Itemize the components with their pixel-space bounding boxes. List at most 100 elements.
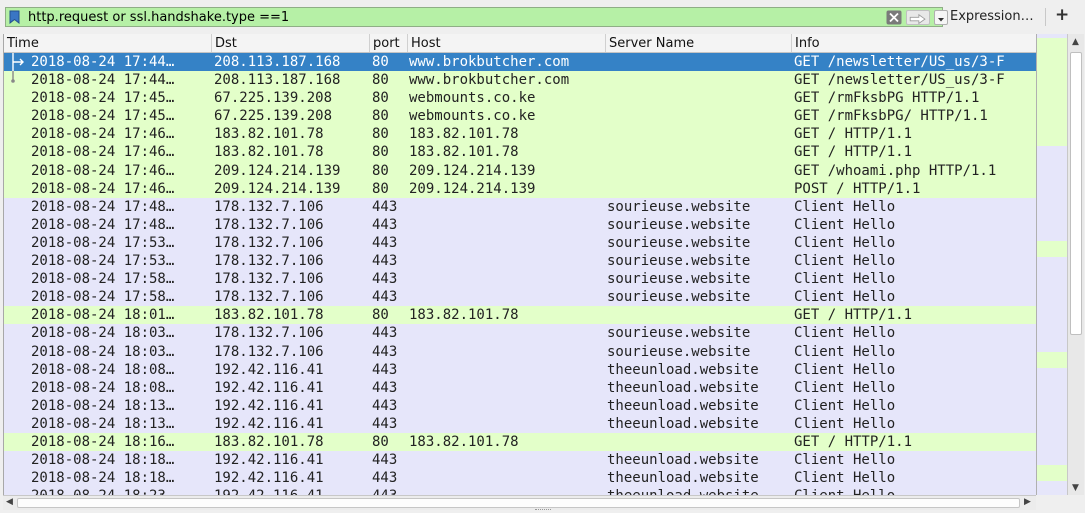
cell-port: 443 xyxy=(372,361,398,378)
scroll-down-icon[interactable]: ▼ xyxy=(1072,483,1079,493)
arrow-right-icon xyxy=(909,13,926,25)
packet-row[interactable]: 2018-08-24 18:01… 183.82.101.78 80 183.82.1… xyxy=(4,306,1037,325)
column-header-server-name[interactable]: Server Name xyxy=(606,34,792,52)
cell-port: 80 xyxy=(372,108,389,125)
packet-row[interactable]: 2018-08-24 17:58… 178.132.7.106 443 sourieu… xyxy=(4,288,1037,307)
column-header-time[interactable]: Time xyxy=(4,34,212,52)
clear-x-icon[interactable] xyxy=(886,10,902,25)
splitter-handle[interactable] xyxy=(535,509,551,513)
packet-list-header: Time Dst port Host Server Name Info xyxy=(4,34,1037,53)
cell-info: GET / HTTP/1.1 xyxy=(794,307,913,324)
display-filter-input[interactable]: http.request or ssl.handshake.type ==1 xyxy=(5,7,948,27)
packet-row[interactable]: 2018-08-24 18:03… 178.132.7.106 443 sourieu… xyxy=(4,324,1037,343)
cell-server-name: sourieuse.website xyxy=(607,289,751,306)
packet-row[interactable]: 2018-08-24 17:46… 209.124.214.139 80 209.12… xyxy=(4,161,1037,180)
cell-info: GET /newsletter/US_us/3-F xyxy=(794,72,1005,89)
cell-server-name xyxy=(607,107,792,125)
filter-expression-text[interactable]: http.request or ssl.handshake.type ==1 xyxy=(28,9,289,26)
cell-host xyxy=(409,270,605,288)
cell-info: Client Hello xyxy=(794,198,896,215)
cell-time: 2018-08-24 17:44… xyxy=(31,54,175,70)
packet-row[interactable]: 2018-08-24 17:44… 208.113.187.168 80 www.br… xyxy=(4,53,1037,72)
add-filter-button[interactable]: + xyxy=(1055,5,1069,25)
cell-port: 80 xyxy=(372,162,389,179)
cell-port: 443 xyxy=(372,470,398,487)
packet-minimap[interactable] xyxy=(1036,34,1068,495)
cell-port: 80 xyxy=(372,72,389,89)
cell-server-name xyxy=(607,180,792,198)
cell-dst: 192.42.116.41 xyxy=(214,397,324,414)
cell-info: Client Hello xyxy=(794,361,896,378)
packet-row[interactable]: 2018-08-24 17:46… 183.82.101.78 80 183.82.1… xyxy=(4,125,1037,144)
cell-port: 443 xyxy=(372,325,398,342)
minimap-http-band xyxy=(1037,38,1068,146)
packet-row[interactable]: 2018-08-24 17:46… 183.82.101.78 80 183.82.1… xyxy=(4,143,1037,162)
cell-info: Client Hello xyxy=(794,289,896,306)
cell-dst: 208.113.187.168 xyxy=(214,72,341,89)
packet-row[interactable]: 2018-08-24 17:53… 178.132.7.106 443 sourieu… xyxy=(4,233,1037,253)
vertical-scrollbar[interactable]: ▲ ▼ xyxy=(1067,34,1084,495)
vertical-scroll-thumb[interactable] xyxy=(1070,52,1082,335)
chevron-down-icon xyxy=(938,18,944,22)
cell-server-name: sourieuse.website xyxy=(607,325,751,342)
request-arrow-icon xyxy=(12,53,24,71)
packet-row[interactable]: 2018-08-24 18:18… 192.42.116.41 443 theeunl… xyxy=(4,451,1037,470)
cell-dst: 192.42.116.41 xyxy=(214,470,324,487)
packet-row[interactable]: 2018-08-24 17:46… 209.124.214.139 80 209.12… xyxy=(4,179,1037,198)
scroll-left-icon[interactable]: ◀ xyxy=(6,497,13,507)
cell-host xyxy=(409,324,605,342)
cell-dst: 178.132.7.106 xyxy=(214,253,324,270)
packet-row[interactable]: 2018-08-24 17:44… 208.113.187.168 80 www.br… xyxy=(4,71,1037,90)
cell-time: 2018-08-24 17:45… xyxy=(31,90,175,107)
packet-row[interactable]: 2018-08-24 17:48… 178.132.7.106 443 sourieu… xyxy=(4,197,1037,216)
cell-host: www.brokbutcher.com xyxy=(409,72,570,89)
packet-row[interactable]: 2018-08-24 18:08… 192.42.116.41 443 theeunl… xyxy=(4,378,1037,397)
cell-server-name: theeunload.website xyxy=(607,487,792,495)
column-header-host[interactable]: Host xyxy=(408,34,606,52)
packet-list[interactable]: Time Dst port Host Server Name Info 2018… xyxy=(3,34,1037,495)
cell-host: 183.82.101.78 xyxy=(409,433,519,450)
packet-row[interactable]: 2018-08-24 17:53… 178.132.7.106 443 sourieu… xyxy=(4,252,1037,271)
cell-time: 2018-08-24 17:46… xyxy=(31,126,175,143)
packet-row[interactable]: 2018-08-24 18:03… 178.132.7.106 443 sourieu… xyxy=(4,342,1037,361)
column-header-dst[interactable]: Dst xyxy=(212,34,370,52)
cell-port: 443 xyxy=(372,415,398,432)
scroll-right-icon[interactable]: ▶ xyxy=(1024,497,1031,507)
recent-filters-dropdown[interactable] xyxy=(934,10,948,25)
packet-row[interactable]: 2018-08-24 18:16… 183.82.101.78 80 183.82.1… xyxy=(4,432,1037,452)
cell-server-name xyxy=(607,89,792,107)
cell-time: 2018-08-24 17:46… xyxy=(31,162,175,179)
cell-port: 80 xyxy=(372,180,389,197)
minimap-http-band xyxy=(1037,465,1068,481)
column-header-port[interactable]: port xyxy=(370,34,408,52)
packet-row[interactable]: 2018-08-24 18:23…192.42.116.41443 theeunl… xyxy=(4,487,1037,495)
packet-row[interactable]: 2018-08-24 17:45… 67.225.139.208 80 webmoun… xyxy=(4,89,1037,108)
horizontal-scroll-thumb[interactable] xyxy=(17,498,1020,508)
packet-row[interactable]: 2018-08-24 17:58… 178.132.7.106 443 sourieu… xyxy=(4,270,1037,289)
cell-info: Client Hello xyxy=(794,343,896,360)
cell-info: GET / HTTP/1.1 xyxy=(794,433,913,450)
cell-time: 2018-08-24 18:13… xyxy=(31,415,175,432)
packet-row[interactable]: 2018-08-24 18:18… 192.42.116.41 443 theeunl… xyxy=(4,469,1037,488)
packet-row[interactable]: 2018-08-24 18:08… 192.42.116.41 443 theeunl… xyxy=(4,360,1037,379)
packet-row[interactable]: 2018-08-24 17:45… 67.225.139.208 80 webmoun… xyxy=(4,107,1037,126)
cell-server-name: sourieuse.website xyxy=(607,343,751,360)
cell-time: 2018-08-24 18:03… xyxy=(31,343,175,360)
packet-row[interactable]: 2018-08-24 18:13… 192.42.116.41 443 theeunl… xyxy=(4,414,1037,433)
expression-button[interactable]: Expression… xyxy=(950,9,1034,24)
cell-port: 443 xyxy=(372,397,398,414)
cell-host xyxy=(409,469,605,487)
cell-info: Client Hello xyxy=(794,452,896,469)
cell-host: 209.124.214.139 xyxy=(409,162,536,179)
scroll-up-icon[interactable]: ▲ xyxy=(1072,37,1079,47)
packet-row[interactable]: 2018-08-24 17:48… 178.132.7.106 443 sourieu… xyxy=(4,215,1037,234)
apply-filter-button[interactable] xyxy=(906,10,930,25)
packet-row[interactable]: 2018-08-24 18:13… 192.42.116.41 443 theeunl… xyxy=(4,396,1037,415)
cell-time: 2018-08-24 18:18… xyxy=(31,470,175,487)
column-header-info[interactable]: Info xyxy=(792,34,1037,52)
bookmark-icon[interactable] xyxy=(9,10,20,24)
cell-time: 2018-08-24 18:08… xyxy=(31,379,175,396)
cell-info: GET / HTTP/1.1 xyxy=(794,126,913,143)
cell-server-name xyxy=(607,306,792,324)
horizontal-scrollbar[interactable]: ◀ ▶ xyxy=(3,495,1036,510)
